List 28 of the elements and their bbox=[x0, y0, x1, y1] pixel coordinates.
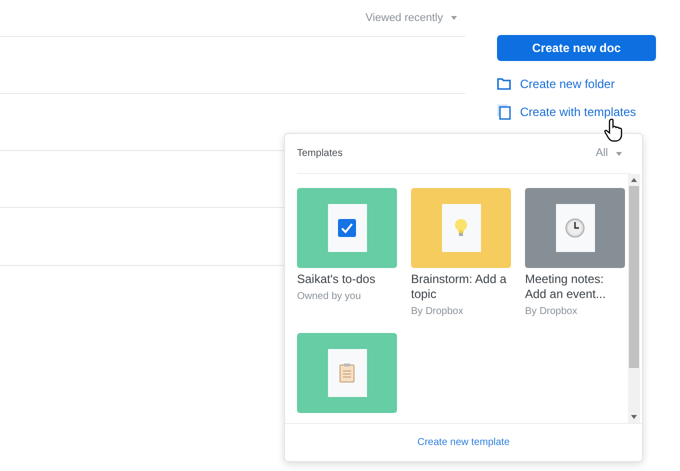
clock-icon bbox=[565, 218, 585, 238]
create-link[interactable]: Create new folder bbox=[520, 75, 615, 93]
popover-title: Templates bbox=[297, 147, 343, 161]
template-thumbnail[interactable] bbox=[297, 333, 397, 413]
scroll-down-arrow-icon[interactable] bbox=[631, 415, 637, 419]
documents-icon bbox=[497, 104, 511, 120]
template-title: Saikat's to-dos bbox=[297, 272, 376, 287]
caret-icon bbox=[616, 152, 622, 156]
sort-dropdown[interactable]: Viewed recently bbox=[366, 10, 457, 26]
template-thumbnail[interactable] bbox=[411, 188, 511, 268]
template-thumbnail[interactable] bbox=[525, 188, 625, 268]
clipboard-icon bbox=[339, 363, 355, 383]
folder-icon bbox=[497, 78, 511, 90]
create-template-link[interactable]: Create new template bbox=[417, 435, 510, 450]
create-link[interactable]: Create with templates bbox=[520, 103, 636, 121]
template-owner: By Dropbox bbox=[411, 305, 464, 319]
caret-icon bbox=[451, 16, 457, 20]
scrollbar[interactable] bbox=[628, 174, 640, 423]
lightbulb-icon bbox=[454, 218, 468, 238]
template-owner: Owned by you bbox=[297, 290, 362, 304]
template-title: Meeting notes: Add an event... bbox=[525, 272, 607, 302]
create-doc-button[interactable]: Create new doc bbox=[497, 35, 656, 61]
template-owner: By Dropbox bbox=[525, 305, 578, 319]
template-thumbnail[interactable] bbox=[297, 188, 397, 268]
scroll-up-arrow-icon[interactable] bbox=[631, 178, 637, 182]
filter-dropdown[interactable]: All bbox=[596, 145, 630, 162]
checkbox-icon bbox=[338, 219, 356, 237]
template-title: Brainstorm: Add a topic bbox=[411, 272, 508, 302]
